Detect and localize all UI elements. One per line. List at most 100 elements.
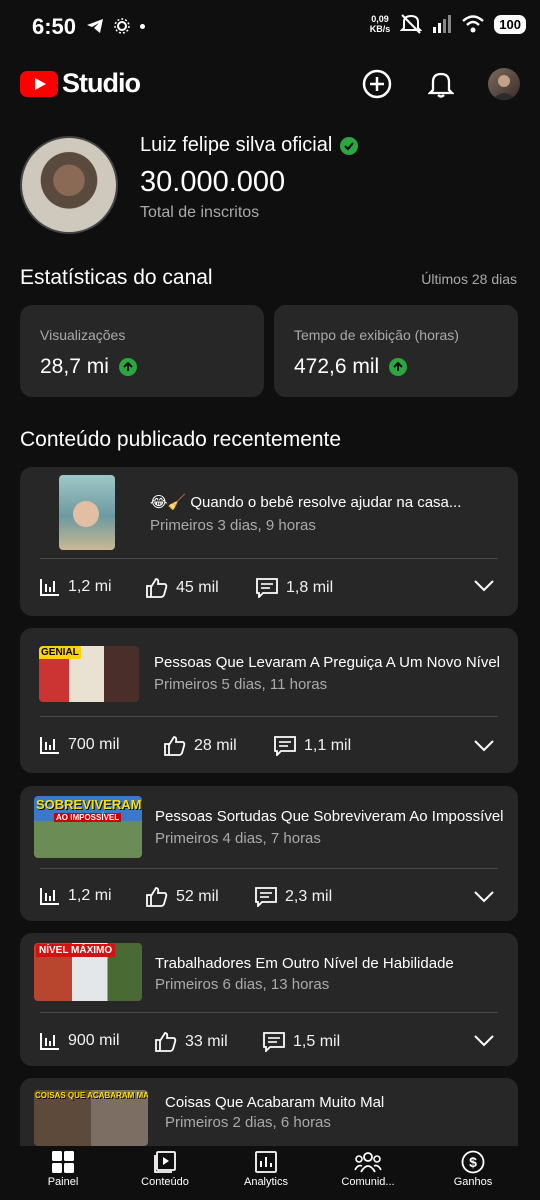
comments-count: 2,3 mil (285, 888, 333, 905)
divider (40, 1012, 498, 1013)
video-thumbnail: SOBREVIVERAM AO IMPOSSÍVEL (34, 796, 142, 858)
views-metric: 700 mil (40, 736, 120, 754)
video-card[interactable]: GENIAL Pessoas Que Levaram A Preguiça A … (20, 628, 518, 773)
video-thumbnail: NÍVEL MÁXIMO (34, 943, 142, 1001)
channel-avatar[interactable] (20, 136, 118, 234)
views-metric: 1,2 mi (40, 887, 112, 905)
divider (40, 868, 498, 869)
comments-metric: 1,1 mil (274, 736, 351, 756)
watch-time-card[interactable]: Tempo de exibição (horas) 472,6 mil (274, 305, 518, 397)
views-metric: 1,2 mi (40, 578, 112, 596)
nav-item-analytics[interactable]: Analytics (216, 1150, 316, 1188)
video-period: Primeiros 3 dias, 9 horas (150, 517, 316, 534)
avatar-image (492, 75, 516, 100)
mute-icon (400, 14, 423, 34)
views-value: 28,7 mi (40, 355, 109, 378)
trend-up-icon (389, 358, 408, 376)
content-icon (154, 1151, 176, 1173)
chevron-down-icon[interactable] (474, 1035, 494, 1047)
thumbs-up-icon (146, 578, 168, 598)
comments-metric: 2,3 mil (255, 887, 332, 907)
comments-metric: 1,8 mil (256, 578, 333, 598)
views-count: 900 mil (68, 1032, 120, 1049)
logo-text: Studio (62, 68, 141, 98)
likes-metric: 52 mil (146, 887, 219, 907)
comment-icon (255, 887, 277, 907)
recent-content-title: Conteúdo publicado recentemente (20, 428, 342, 451)
video-title: Coisas Que Acabaram Muito Mal (165, 1094, 385, 1111)
youtube-play-icon (20, 70, 58, 97)
nav-item-conteudo[interactable]: Conteúdo (115, 1150, 215, 1188)
telegram-icon (87, 19, 103, 33)
svg-text:$: $ (469, 1154, 477, 1170)
video-title: 😂🧹 Quando o bebê resolve ajudar na casa.… (150, 494, 462, 511)
plus-circle-icon (362, 69, 392, 99)
views-count: 700 mil (68, 736, 120, 753)
nav-item-ganhos[interactable]: $ Ganhos (423, 1150, 523, 1188)
dot-icon (140, 23, 145, 29)
thumbs-up-icon (164, 736, 186, 756)
bottom-navigation: Painel Conteúdo Analytics Comunid... $ G… (0, 1146, 540, 1200)
nav-label: Ganhos (453, 1176, 493, 1188)
nav-item-painel[interactable]: Painel (13, 1150, 113, 1188)
comments-count: 1,8 mil (286, 579, 334, 596)
likes-count: 28 mil (194, 737, 237, 754)
subscriber-label: Total de inscritos (140, 204, 260, 221)
video-card[interactable]: 😂🧹 Quando o bebê resolve ajudar na casa.… (20, 467, 518, 616)
stats-header: Estatísticas do canal Últimos 28 dias (20, 266, 520, 290)
views-metric: 900 mil (40, 1032, 120, 1050)
views-count: 1,2 mi (68, 887, 112, 904)
video-period: Primeiros 5 dias, 11 horas (154, 676, 328, 693)
battery-indicator: 100 (494, 14, 526, 34)
comments-count: 1,1 mil (304, 737, 352, 754)
nav-label: Analytics (243, 1176, 289, 1188)
account-avatar[interactable] (488, 68, 520, 100)
chevron-down-icon[interactable] (474, 740, 494, 752)
subscriber-count: 30.000.000 (140, 166, 286, 198)
app-header: Studio (0, 60, 540, 108)
settings-icon (114, 18, 130, 34)
video-card[interactable]: SOBREVIVERAM AO IMPOSSÍVEL Pessoas Sortu… (20, 786, 518, 921)
trend-up-icon (118, 358, 137, 376)
create-button[interactable] (359, 66, 395, 102)
channel-info: Luiz felipe silva oficial 30.000.000 Tot… (20, 132, 520, 242)
nav-label: Conteúdo (141, 1176, 189, 1188)
notifications-button[interactable] (423, 66, 459, 102)
views-count: 1,2 mi (68, 578, 112, 595)
comment-icon (274, 736, 296, 756)
wifi-icon (462, 15, 485, 33)
likes-metric: 45 mil (146, 578, 219, 598)
comments-metric: 1,5 mil (263, 1032, 340, 1052)
divider (40, 716, 498, 717)
status-time: 6:50 (32, 14, 77, 39)
video-thumbnail (59, 475, 115, 550)
views-card[interactable]: Visualizações 28,7 mi (20, 305, 264, 397)
chevron-down-icon[interactable] (474, 580, 494, 592)
video-period: Primeiros 6 dias, 13 horas (155, 976, 330, 993)
verified-icon (340, 136, 359, 155)
likes-count: 45 mil (176, 579, 219, 596)
youtube-studio-logo[interactable]: Studio (20, 68, 141, 99)
watch-time-label: Tempo de exibição (horas) (294, 327, 459, 343)
status-bar: 6:50 0,09 KB/s 100 (0, 0, 540, 56)
chevron-down-icon[interactable] (474, 891, 494, 903)
video-title: Pessoas Sortudas Que Sobreviveram Ao Imp… (155, 808, 504, 825)
dashboard-icon (52, 1151, 74, 1173)
stats-period: Últimos 28 dias (421, 271, 517, 287)
likes-metric: 28 mil (164, 736, 237, 756)
video-card[interactable]: NÍVEL MÁXIMO Trabalhadores Em Outro Níve… (20, 933, 518, 1066)
comment-icon (256, 578, 278, 598)
video-period: Primeiros 2 dias, 6 horas (165, 1114, 331, 1131)
bar-chart-icon (40, 579, 59, 596)
comment-icon (263, 1032, 285, 1052)
likes-count: 33 mil (185, 1033, 228, 1050)
bell-icon (428, 72, 454, 98)
bar-chart-icon (40, 737, 59, 754)
video-thumbnail: GENIAL (39, 646, 139, 702)
bar-chart-icon (40, 1033, 59, 1050)
channel-name: Luiz felipe silva oficial (140, 134, 333, 156)
thumbs-up-icon (146, 887, 168, 907)
nav-label: Painel (47, 1176, 79, 1188)
nav-item-comunidade[interactable]: Comunid... (318, 1150, 418, 1188)
net-speed: 0,09 KB/s (369, 14, 391, 34)
